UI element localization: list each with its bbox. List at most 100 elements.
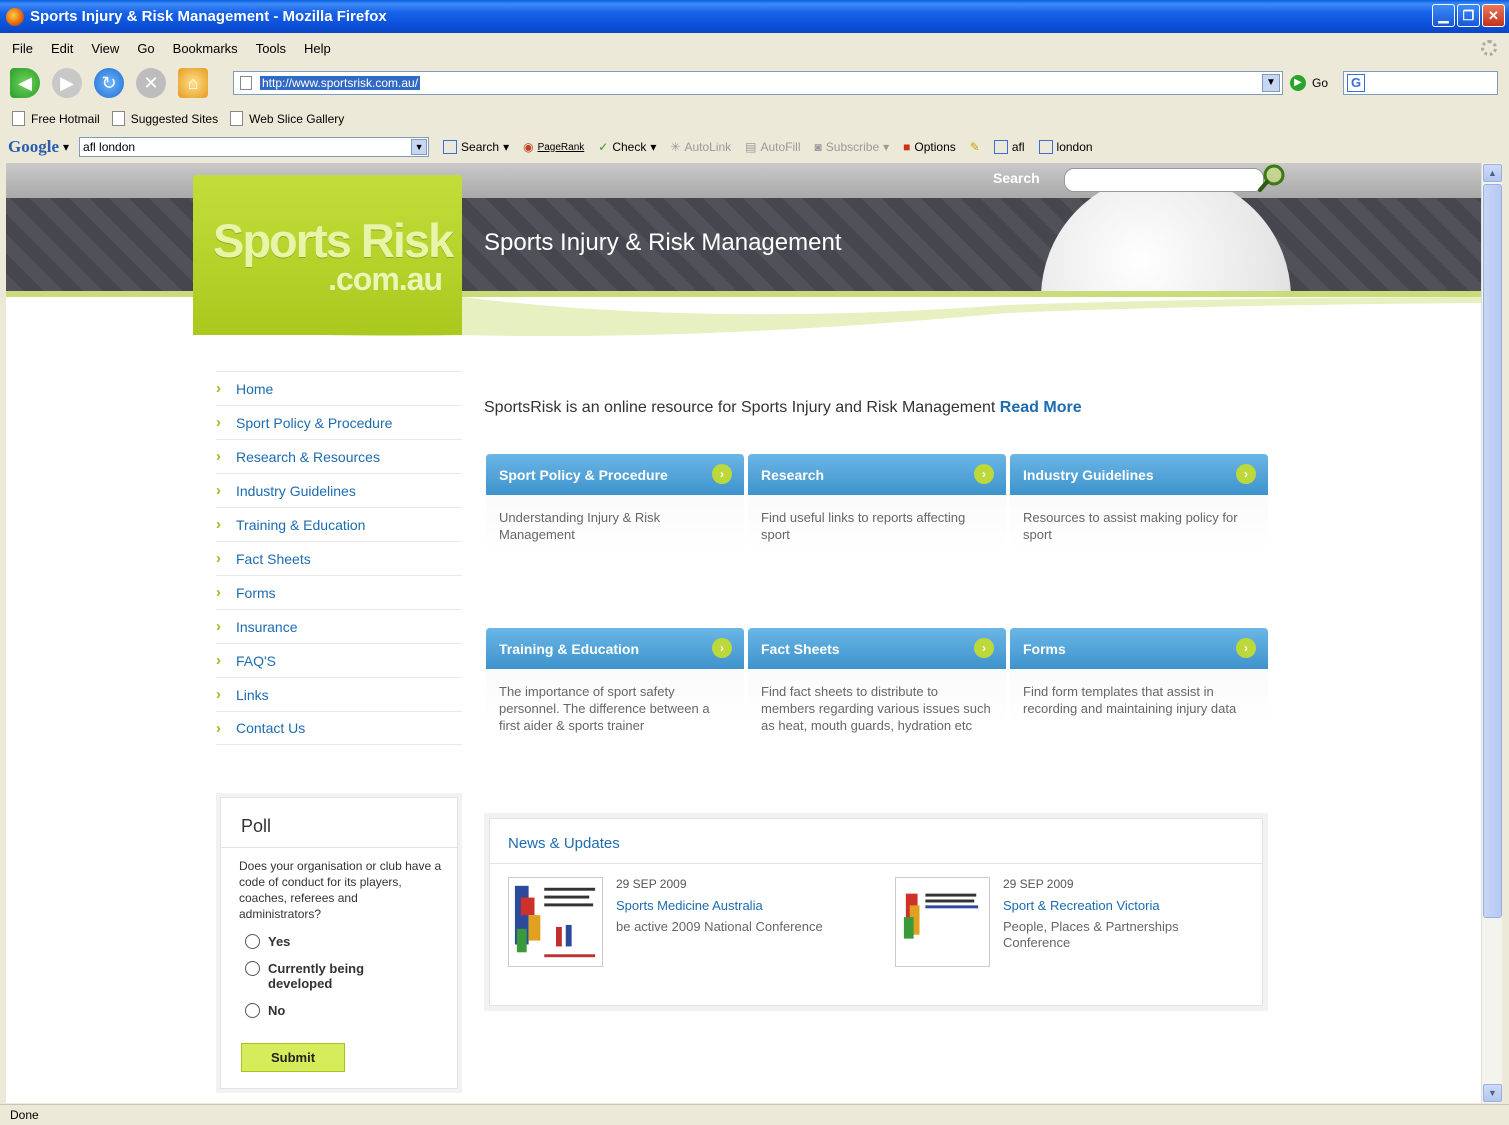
google-menu-chevron-icon[interactable]: ▾ <box>63 140 69 154</box>
card-header[interactable]: Fact Sheets › <box>748 628 1006 669</box>
chevron-right-icon: › <box>216 550 221 567</box>
highlight-button[interactable]: ✎ <box>970 140 980 154</box>
sidebar-item-contact[interactable]: › Contact Us <box>216 711 462 745</box>
sidebar-item-industry-guidelines[interactable]: › Industry Guidelines <box>216 473 462 507</box>
menu-edit[interactable]: Edit <box>51 41 73 56</box>
bookmark-web-slice-gallery[interactable]: Web Slice Gallery <box>230 111 344 126</box>
poll-option-no[interactable]: No <box>221 1003 457 1018</box>
chevron-right-icon: › <box>216 618 221 635</box>
address-text[interactable]: http://www.sportsrisk.com.au/ <box>260 76 421 90</box>
news-org-link[interactable]: Sports Medicine Australia <box>616 898 763 913</box>
arrow-circle-icon[interactable]: › <box>712 638 732 658</box>
radio-button[interactable] <box>245 961 260 976</box>
news-thumbnail[interactable] <box>508 877 603 967</box>
sidebar-item-sport-policy[interactable]: › Sport Policy & Procedure <box>216 405 462 439</box>
autolink-button[interactable]: ✳ AutoLink <box>670 140 731 154</box>
poll-submit-button[interactable]: Submit <box>241 1043 345 1072</box>
card-header[interactable]: Sport Policy & Procedure › <box>486 454 744 495</box>
bookmark-label: Web Slice Gallery <box>249 111 345 126</box>
minimize-button[interactable]: ▁ <box>1432 4 1455 27</box>
card-forms[interactable]: Forms › Find form templates that assist i… <box>1010 628 1268 768</box>
card-description: Find form templates that assist in recor… <box>1023 684 1237 716</box>
arrow-circle-icon[interactable]: › <box>974 638 994 658</box>
google-search-input[interactable]: afl london ▼ <box>79 137 430 157</box>
back-arrow-icon[interactable]: ◀ <box>10 68 40 98</box>
menu-go[interactable]: Go <box>137 41 154 56</box>
sidebar-item-links[interactable]: › Links <box>216 677 462 711</box>
sidebar-item-insurance[interactable]: › Insurance <box>216 609 462 643</box>
menu-help[interactable]: Help <box>304 41 331 56</box>
reload-icon[interactable]: ↻ <box>94 68 124 98</box>
radio-button[interactable] <box>245 1003 260 1018</box>
address-dropdown-icon[interactable]: ▼ <box>1262 74 1280 92</box>
bookmark-suggested-sites[interactable]: Suggested Sites <box>111 111 218 126</box>
menu-tools[interactable]: Tools <box>256 41 286 56</box>
card-sport-policy[interactable]: Sport Policy & Procedure › Understanding … <box>486 454 744 594</box>
card-header[interactable]: Forms › <box>1010 628 1268 669</box>
search-term-afl[interactable]: afl <box>993 140 1025 154</box>
google-logo[interactable]: Google <box>8 137 59 157</box>
rss-icon: ◙ <box>814 140 822 154</box>
menu-file[interactable]: File <box>12 41 33 56</box>
search-engine-box[interactable]: G <box>1343 71 1498 95</box>
card-header[interactable]: Industry Guidelines › <box>1010 454 1268 495</box>
site-search-input[interactable] <box>1064 168 1264 192</box>
scroll-thumb[interactable] <box>1483 184 1502 918</box>
sidebar-item-research[interactable]: › Research & Resources <box>216 439 462 473</box>
poll-option-developing[interactable]: Currently being developed <box>221 961 457 991</box>
card-description: Find useful links to reports affecting s… <box>761 510 966 542</box>
go-button[interactable]: ▶ Go <box>1290 75 1328 91</box>
magnifier-icon <box>1038 140 1053 154</box>
sidebar-item-home[interactable]: › Home <box>216 371 462 405</box>
card-description: The importance of sport safety personnel… <box>499 684 710 733</box>
forward-arrow-icon[interactable]: ▶ <box>52 68 82 98</box>
news-org-link[interactable]: Sport & Recreation Victoria <box>1003 898 1160 913</box>
card-research[interactable]: Research › Find useful links to reports a… <box>748 454 1006 594</box>
sidebar-item-faqs[interactable]: › FAQ'S <box>216 643 462 677</box>
autofill-button[interactable]: ▤ AutoFill <box>745 140 800 154</box>
search-term-london[interactable]: london <box>1038 140 1093 154</box>
close-button[interactable]: ✕ <box>1482 4 1505 27</box>
card-fact-sheets[interactable]: Fact Sheets › Find fact sheets to distrib… <box>748 628 1006 768</box>
options-button[interactable]: ■ Options <box>903 140 956 154</box>
sidebar-item-training[interactable]: › Training & Education <box>216 507 462 541</box>
google-dropdown-icon[interactable]: ▼ <box>411 139 428 155</box>
card-header[interactable]: Research › <box>748 454 1006 495</box>
home-icon[interactable]: ⌂ <box>178 68 208 98</box>
bookmark-free-hotmail[interactable]: Free Hotmail <box>12 111 100 126</box>
subscribe-button[interactable]: ◙ Subscribe ▾ <box>815 140 890 154</box>
page-viewport: Sports Risk .com.au Sports Injury & Risk… <box>6 163 1481 1103</box>
site-tagline: Sports Injury & Risk Management <box>484 229 842 256</box>
arrow-circle-icon[interactable]: › <box>1236 464 1256 484</box>
arrow-circle-icon[interactable]: › <box>974 464 994 484</box>
card-industry-guidelines[interactable]: Industry Guidelines › Resources to assist… <box>1010 454 1268 594</box>
vertical-scrollbar[interactable]: ▲ ▼ <box>1481 163 1502 1103</box>
card-description: Understanding Injury & Risk Management <box>499 510 661 542</box>
arrow-circle-icon[interactable]: › <box>1236 638 1256 658</box>
scroll-up-arrow-icon[interactable]: ▲ <box>1483 164 1502 182</box>
news-thumbnail[interactable] <box>895 877 990 967</box>
address-bar[interactable]: http://www.sportsrisk.com.au/ ▼ <box>233 71 1283 95</box>
news-date: 29 SEP 2009 <box>1003 877 1074 891</box>
arrow-circle-icon[interactable]: › <box>712 464 732 484</box>
restore-button[interactable]: ❐ <box>1457 4 1480 27</box>
card-header[interactable]: Training & Education › <box>486 628 744 669</box>
menu-bookmarks[interactable]: Bookmarks <box>173 41 238 56</box>
highlighter-icon: ✎ <box>969 140 980 154</box>
read-more-link[interactable]: Read More <box>1000 399 1082 416</box>
google-search-button[interactable]: Search ▾ <box>443 140 509 154</box>
spellcheck-button[interactable]: ✓ Check ▾ <box>598 140 656 154</box>
site-logo[interactable]: Sports Risk .com.au <box>193 175 462 335</box>
search-icon[interactable] <box>1258 163 1286 193</box>
poll-option-yes[interactable]: Yes <box>221 934 457 949</box>
scroll-down-arrow-icon[interactable]: ▼ <box>1483 1084 1502 1102</box>
menu-view[interactable]: View <box>91 41 119 56</box>
logo-main-text: Sports Risk <box>213 214 454 267</box>
sidebar-item-fact-sheets[interactable]: › Fact Sheets <box>216 541 462 575</box>
sidebar-item-forms[interactable]: › Forms <box>216 575 462 609</box>
stop-icon[interactable]: ✕ <box>136 68 166 98</box>
chevron-right-icon: › <box>216 448 221 465</box>
pagerank-button[interactable]: ◉ PageRank <box>523 140 584 154</box>
card-training[interactable]: Training & Education › The importance of … <box>486 628 744 768</box>
radio-button[interactable] <box>245 934 260 949</box>
